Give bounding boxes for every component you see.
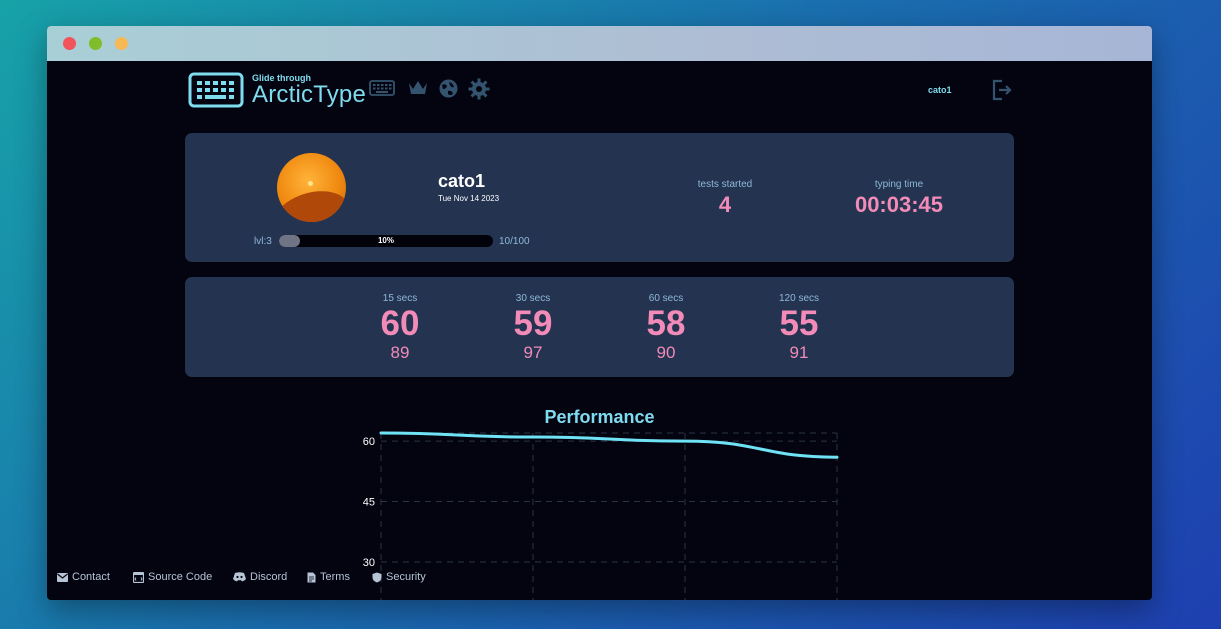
footer-security-link[interactable]: Security: [372, 571, 426, 583]
close-window-button[interactable]: [63, 37, 76, 50]
personal-best-60s: 60 secs 58 90: [621, 293, 711, 363]
typing-time-value: 00:03:45: [854, 192, 944, 217]
logout-icon[interactable]: [990, 78, 1014, 107]
typing-time-stat: typing time 00:03:45: [833, 179, 965, 218]
brand-name[interactable]: ArcticType: [252, 81, 366, 109]
level-progress-text: 10%: [377, 236, 394, 245]
pb-duration-label: 15 secs: [382, 293, 418, 304]
envelope-icon: [57, 572, 68, 582]
account-username[interactable]: cato1: [928, 85, 952, 95]
chart-series-line: [379, 431, 839, 459]
chart-y-tick-label: 60: [363, 436, 375, 448]
chart-y-tick-label: 45: [363, 497, 375, 509]
globe-icon[interactable]: [438, 78, 459, 100]
pb-duration-label: 60 secs: [648, 293, 684, 304]
pb-accuracy: 91: [789, 343, 809, 362]
discord-icon: [233, 572, 246, 582]
footer-security-label: Security: [386, 571, 426, 583]
app-content: Glide through ArcticType cato1 lvl:3 10%…: [47, 61, 1152, 600]
personal-best-120s: 120 secs 55 91: [754, 293, 844, 363]
pb-wpm: 55: [779, 304, 819, 343]
code-icon: [133, 571, 144, 583]
footer-contact-link[interactable]: Contact: [57, 571, 110, 583]
pb-wpm: 59: [513, 304, 553, 343]
footer-contact-label: Contact: [72, 571, 110, 583]
browser-window: Glide through ArcticType cato1 lvl:3 10%…: [47, 26, 1152, 600]
minimize-window-button[interactable]: [89, 37, 102, 50]
tests-started-stat: tests started 4: [680, 179, 770, 218]
pb-wpm: 60: [380, 304, 420, 343]
pb-accuracy: 97: [523, 343, 543, 362]
keyboard-logo-icon[interactable]: [188, 72, 244, 108]
level-label: lvl:3: [254, 236, 272, 247]
pb-wpm: 58: [646, 304, 686, 343]
maximize-window-button[interactable]: [115, 37, 128, 50]
window-titlebar: [47, 26, 1152, 61]
avatar: [277, 153, 346, 222]
gear-icon[interactable]: [468, 78, 490, 100]
keyboard-icon[interactable]: [369, 78, 395, 100]
personal-best-15s: 15 secs 60 89: [355, 293, 445, 363]
pb-duration-label: 30 secs: [515, 293, 551, 304]
document-icon: [307, 572, 316, 582]
footer-terms-link[interactable]: Terms: [307, 571, 350, 583]
xp-label: 10/100: [499, 236, 530, 247]
footer-discord-link[interactable]: Discord: [233, 571, 287, 583]
footer-source-label: Source Code: [148, 571, 213, 583]
level-progress-bar: 10%: [279, 235, 493, 247]
pb-accuracy: 90: [656, 343, 676, 362]
footer-terms-label: Terms: [320, 571, 350, 583]
personal-best-30s: 30 secs 59 97: [488, 293, 578, 363]
footer-source-link[interactable]: Source Code: [133, 571, 212, 583]
footer-discord-label: Discord: [250, 571, 288, 583]
profile-card: lvl:3 10% 10/100 cato1 Tue Nov 14 2023 t…: [185, 133, 1014, 262]
pb-accuracy: 89: [390, 343, 410, 362]
crown-icon[interactable]: [407, 78, 429, 100]
tests-started-value: 4: [718, 192, 732, 217]
chart-y-tick-label: 30: [363, 557, 375, 569]
joined-date: Tue Nov 14 2023: [438, 194, 500, 203]
profile-name: cato1: [438, 171, 486, 191]
tests-started-label: tests started: [697, 179, 753, 190]
typing-time-label: typing time: [874, 179, 924, 190]
pb-duration-label: 120 secs: [778, 293, 820, 304]
personal-bests-card: 15 secs 60 89 30 secs 59 97 60 secs 58 9…: [185, 277, 1014, 377]
shield-icon: [372, 572, 382, 582]
chart-title: Performance: [544, 407, 655, 427]
